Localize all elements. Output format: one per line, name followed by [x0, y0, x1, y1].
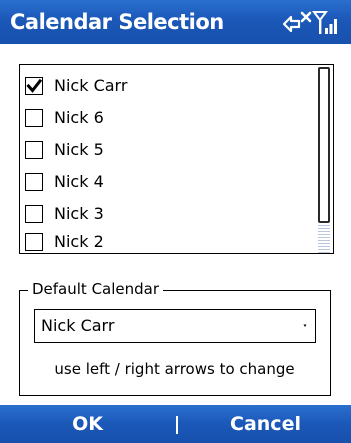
cancel-button[interactable]: Cancel [180, 405, 351, 443]
page-title: Calendar Selection [10, 10, 224, 34]
status-icons [281, 10, 343, 36]
title-bar: Calendar Selection [0, 0, 351, 44]
dropdown-arrow-icon [303, 324, 307, 327]
checkbox-checked[interactable] [25, 77, 43, 95]
no-connection-icon [282, 11, 312, 33]
scrollbar-track[interactable] [318, 225, 330, 253]
checkbox-unchecked[interactable] [25, 205, 43, 223]
signal-strength-icon [312, 11, 337, 34]
change-hint-text: use left / right arrows to change [54, 360, 295, 378]
list-item-nick-5[interactable]: Nick 5 [20, 135, 316, 167]
list-item-nick-carr[interactable]: Nick Carr [20, 71, 316, 103]
checkbox-unchecked[interactable] [25, 141, 43, 159]
list-item-label: Nick 3 [54, 204, 104, 223]
list-item-nick-6[interactable]: Nick 6 [20, 103, 316, 135]
list-item-nick-2[interactable]: Nick 2 [20, 227, 316, 253]
checkbox-unchecked[interactable] [25, 173, 43, 191]
checkmark-icon [26, 78, 42, 93]
default-calendar-dropdown[interactable]: Nick Carr [34, 309, 316, 343]
list-item-label: Nick 2 [54, 232, 104, 251]
softkey-bar: OK Cancel [0, 405, 351, 443]
dropdown-selected-value: Nick Carr [41, 316, 115, 335]
list-scrollbar[interactable] [317, 65, 331, 253]
checkbox-unchecked[interactable] [25, 109, 43, 127]
default-calendar-group: Default Calendar Nick Carr use left / ri… [19, 279, 331, 396]
list-item-label: Nick 4 [54, 172, 104, 191]
status-icons-svg [282, 11, 337, 34]
list-item-label: Nick 5 [54, 140, 104, 159]
checkbox-unchecked[interactable] [25, 233, 43, 251]
list-item-label: Nick 6 [54, 108, 104, 127]
calendar-list[interactable]: Nick Carr Nick 6 Nick 5 Nick 4 Nick 3 Ni… [19, 64, 334, 254]
scrollbar-thumb[interactable] [318, 67, 330, 223]
softkey-divider [176, 416, 178, 434]
ok-button[interactable]: OK [0, 405, 175, 443]
list-item-nick-4[interactable]: Nick 4 [20, 167, 316, 199]
list-item-label: Nick Carr [54, 76, 128, 95]
default-calendar-legend: Default Calendar [28, 279, 164, 299]
